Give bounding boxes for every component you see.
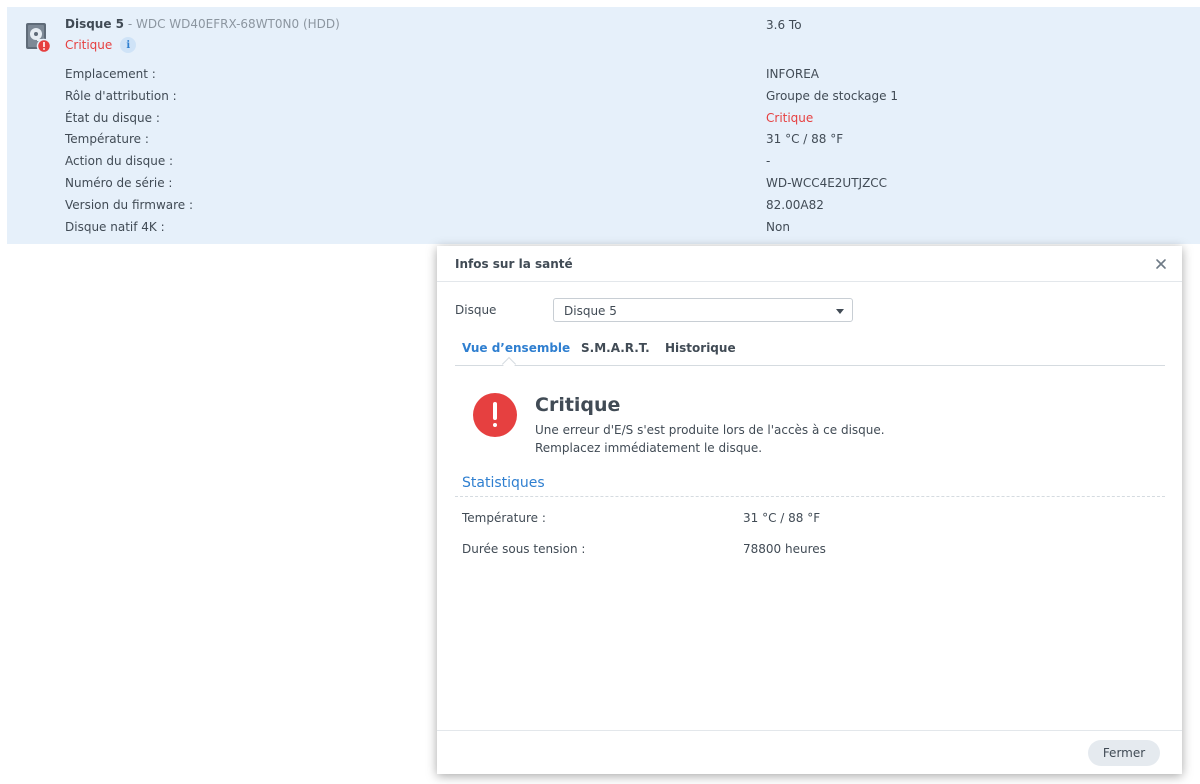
tab-overview[interactable]: Vue d’ensemble: [462, 341, 570, 355]
disk-property-row: État du disque : Critique: [65, 108, 1165, 128]
disk-size: 3.6 To: [766, 18, 802, 32]
stat-label: Température :: [462, 511, 546, 525]
disk-property-row: Température : 31 °C / 88 °F: [65, 129, 1165, 149]
stat-row: Durée sous tension : 78800 heures: [462, 542, 1162, 560]
disk-property-label: Numéro de série :: [65, 176, 173, 190]
disk-detail-panel[interactable]: Disque 5 - WDC WD40EFRX-68WT0N0 (HDD) 3.…: [7, 7, 1200, 244]
disk-status: Critique i: [65, 37, 137, 53]
disk-property-value: Non: [766, 219, 790, 234]
close-button[interactable]: Fermer: [1088, 740, 1160, 766]
stat-value: 31 °C / 88 °F: [743, 511, 821, 525]
disk-property-label: Action du disque :: [65, 154, 174, 169]
tab-bar: Vue d’ensemble S.M.A.R.T. Historique: [455, 336, 1165, 372]
disk-property-row: Disque natif 4K : Non: [65, 217, 1165, 237]
disk-select-label: Disque: [455, 303, 497, 317]
disk-property-row: Action du disque : -: [65, 151, 1165, 171]
statistics-section-title: Statistiques: [462, 475, 545, 491]
health-info-dialog: Infos sur la santé Disque Disque 5 Vue d…: [437, 246, 1182, 774]
dialog-footer: Fermer: [437, 730, 1182, 774]
info-icon[interactable]: i: [120, 37, 137, 53]
stat-value: 78800 heures: [743, 542, 826, 556]
disk-property-label: État du disque :: [65, 110, 160, 125]
dialog-title: Infos sur la santé: [455, 257, 573, 271]
stat-row: Température : 31 °C / 88 °F: [462, 511, 1162, 529]
disk-property-row: Emplacement : INFOREA: [65, 64, 1165, 84]
disk-property-label: Version du firmware :: [65, 197, 194, 212]
disk-property-value: Critique: [766, 110, 814, 125]
error-badge-icon: [36, 38, 52, 54]
disk-name: Disque 5: [65, 17, 125, 31]
disk-select-dropdown[interactable]: Disque 5: [553, 298, 853, 322]
disk-property-label: Emplacement :: [65, 67, 156, 81]
status-heading: Critique: [535, 394, 621, 416]
disk-select-row: Disque Disque 5: [455, 298, 855, 322]
disk-property-row: Numéro de série : WD-WCC4E2UTJZCC: [65, 173, 1165, 193]
critical-exclamation-icon: [473, 393, 517, 437]
disk-status-text: Critique: [65, 38, 113, 52]
disk-property-value: 82.00A82: [766, 197, 824, 212]
close-icon[interactable]: [1152, 255, 1170, 273]
dialog-header: Infos sur la santé: [437, 246, 1182, 282]
tab-history[interactable]: Historique: [665, 341, 736, 355]
status-message-line: Remplacez immédiatement le disque.: [535, 441, 763, 455]
disk-title: Disque 5 - WDC WD40EFRX-68WT0N0 (HDD): [65, 17, 340, 31]
disk-property-value: -: [766, 154, 771, 169]
disk-property-label: Température :: [65, 132, 149, 147]
stat-label: Durée sous tension :: [462, 542, 586, 556]
disk-property-value: INFOREA: [766, 67, 819, 81]
disk-property-value: 31 °C / 88 °F: [766, 132, 844, 147]
disk-property-label: Rôle d'attribution :: [65, 88, 177, 103]
section-divider: [455, 496, 1165, 497]
disk-property-row: Rôle d'attribution : Groupe de stockage 1: [65, 86, 1165, 106]
disk-select-value: Disque 5: [564, 304, 617, 318]
active-tab-pointer: [501, 356, 517, 372]
tab-smart[interactable]: S.M.A.R.T.: [581, 341, 650, 355]
hard-drive-icon: [25, 22, 52, 58]
disk-model: - WDC WD40EFRX-68WT0N0 (HDD): [124, 17, 340, 31]
disk-property-value: Groupe de stockage 1: [766, 88, 898, 103]
disk-property-value: WD-WCC4E2UTJZCC: [766, 176, 888, 190]
disk-property-label: Disque natif 4K :: [65, 219, 165, 234]
status-message-line: Une erreur d'E/S s'est produite lors de …: [535, 423, 885, 437]
disk-property-row: Version du firmware : 82.00A82: [65, 195, 1165, 215]
caret-down-icon: [836, 309, 844, 314]
